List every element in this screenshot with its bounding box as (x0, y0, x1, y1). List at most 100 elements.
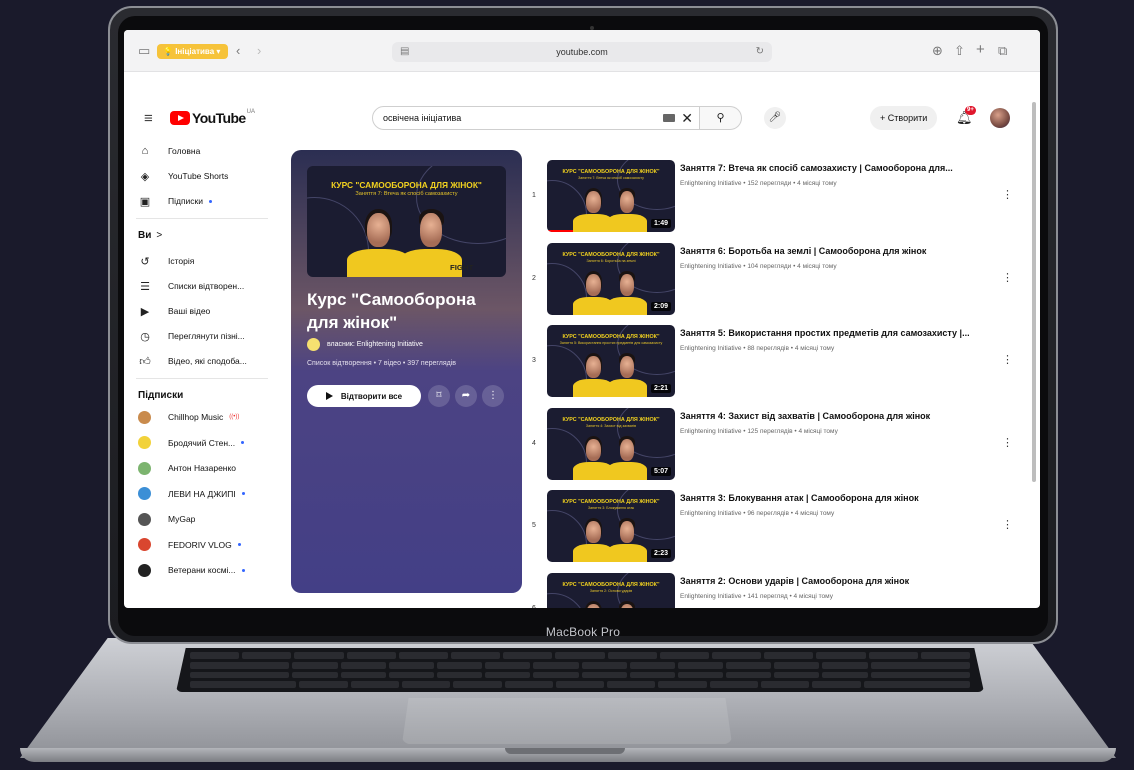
person-figure (605, 267, 649, 315)
key (453, 681, 502, 688)
playlist-owner[interactable]: власник: Enlightening Initiative (307, 338, 423, 351)
lightbulb-icon: 💡 (163, 47, 173, 56)
tab-overview-icon[interactable]: ⧉ (998, 43, 1007, 59)
key (292, 661, 338, 669)
share-playlist-button[interactable]: ➦ (455, 385, 477, 407)
sidebar-item-label: Антон Назаренко (168, 463, 237, 473)
key (863, 681, 970, 688)
playlist-thumbnail[interactable]: КУРС "САМООБОРОНА ДЛЯ ЖІНОК" Заняття 7: В… (307, 166, 506, 277)
video-title[interactable]: Заняття 2: Основи ударів | Самооборона д… (680, 575, 996, 587)
clear-icon[interactable]: ✕ (681, 108, 693, 128)
share-icon[interactable]: ⇧ (954, 43, 965, 59)
key (503, 652, 553, 659)
video-title[interactable]: Заняття 5: Використання простих предметі… (680, 327, 996, 339)
video-thumbnail[interactable]: КУРС "САМООБОРОНА ДЛЯ ЖІНОК" Заняття 4: З… (547, 407, 675, 480)
sidebar-subscription[interactable]: MyGap (138, 510, 195, 528)
video-title[interactable]: Заняття 7: Втеча як спосіб самозахисту |… (680, 162, 996, 174)
address-bar[interactable]: ▤ youtube.com ↻ (392, 42, 772, 62)
sidebar-item[interactable]: ⌂ Головна (138, 142, 201, 160)
video-duration: 1:49 (650, 219, 671, 228)
history-icon: ↺ (140, 255, 150, 268)
tab-group-pill[interactable]: 💡 Ініціатива ▾ (157, 44, 229, 59)
keyboard-icon[interactable] (663, 114, 675, 122)
person-figure (605, 597, 649, 608)
sidebar-you-header[interactable]: Ви > (138, 230, 162, 241)
more-vert-icon[interactable]: ⋮ (1002, 271, 1013, 284)
sidebar-item-label: Ветерани космі... (168, 565, 236, 575)
create-button[interactable]: + Створити (870, 106, 938, 130)
more-vert-icon[interactable]: ⋮ (1002, 188, 1013, 201)
youtube-logo[interactable]: YouTube UA (170, 109, 255, 126)
voice-search-button[interactable]: 🎤︎ (764, 107, 786, 129)
video-index: 1 (532, 192, 536, 199)
sidebar-item[interactable]: 👍︎ Відео, які сподоба... (138, 352, 247, 370)
sidebar-subscription[interactable]: Chillhop Music ((•)) (138, 408, 239, 426)
video-row[interactable]: 2 КУРС "САМООБОРОНА ДЛЯ ЖІНОК" Заняття 6: … (528, 242, 1018, 321)
sidebar-item[interactable]: ▶ Ваші відео (138, 302, 211, 320)
more-vert-icon[interactable]: ⋮ (1002, 436, 1013, 449)
save-playlist-button[interactable]: ⌑ (428, 385, 450, 407)
search-input[interactable]: освічена ініціатива ✕ (372, 106, 700, 130)
more-vert-icon[interactable]: ⋮ (1002, 353, 1013, 366)
key (190, 671, 290, 679)
play-all-button[interactable]: Відтворити все (307, 385, 421, 407)
video-row[interactable]: 3 КУРС "САМООБОРОНА ДЛЯ ЖІНОК" Заняття 5: … (528, 325, 1018, 403)
sidebar-item[interactable]: ↺ Історія (138, 252, 194, 270)
video-title[interactable]: Заняття 3: Блокування атак | Самооборона… (680, 492, 996, 504)
sidebar-subscription[interactable]: Антон Назаренко (138, 459, 236, 477)
sidebar-item-label: FEDORIV VLOG (168, 539, 232, 550)
person-face (585, 438, 601, 461)
scrollbar[interactable] (1032, 102, 1036, 482)
play-icon (325, 392, 333, 400)
person-figure (605, 349, 649, 397)
key (340, 661, 386, 669)
key (451, 652, 501, 659)
more-vert-icon: ⋮ (488, 390, 498, 401)
sidebar-toggle-icon[interactable]: ▭ (138, 43, 150, 59)
sidebar-item[interactable]: ▣ Підписки (138, 192, 213, 210)
key (629, 671, 675, 679)
thumbnail-headline: КУРС "САМООБОРОНА ДЛЯ ЖІНОК" (562, 499, 660, 505)
menu-icon[interactable]: ≡ (144, 110, 153, 127)
person-shirt (607, 296, 647, 315)
sidebar-item[interactable]: ◈ YouTube Shorts (138, 167, 229, 185)
reload-icon[interactable]: ↻ (756, 44, 764, 60)
video-title[interactable]: Заняття 4: Захист від захватів | Самообо… (680, 410, 996, 422)
back-icon[interactable]: ‹ (236, 43, 240, 59)
forward-icon[interactable]: › (257, 43, 261, 59)
avatar[interactable] (990, 108, 1010, 128)
video-row[interactable]: 6 КУРС "САМООБОРОНА ДЛЯ ЖІНОК" Заняття 2: … (528, 572, 1018, 608)
video-thumbnail[interactable]: КУРС "САМООБОРОНА ДЛЯ ЖІНОК" Заняття 2: О… (547, 572, 675, 608)
key (436, 661, 483, 669)
sidebar-item[interactable]: ☰ Списки відтворен... (138, 277, 244, 295)
shirt-text: FIGHT (450, 263, 474, 273)
person-figure (605, 432, 649, 480)
sidebar-subscription[interactable]: ЛЕВИ НА ДЖИПІ (138, 485, 245, 503)
sidebar-subscription[interactable]: Ветерани космі... (138, 561, 245, 579)
sidebar-item[interactable]: ◷ Переглянути пізні... (138, 327, 245, 345)
video-row[interactable]: 1 КУРС "САМООБОРОНА ДЛЯ ЖІНОК" Заняття 7: … (528, 160, 1018, 238)
sidebar-subscription[interactable]: FEDORIV VLOG (138, 536, 241, 554)
new-tab-icon[interactable]: + (976, 42, 985, 58)
watch-progress-bar (547, 230, 573, 232)
downloads-icon[interactable]: ⊕ (932, 43, 943, 59)
video-row[interactable]: 5 КУРС "САМООБОРОНА ДЛЯ ЖІНОК" Заняття 3: … (528, 490, 1018, 568)
key (920, 652, 971, 659)
video-thumbnail[interactable]: КУРС "САМООБОРОНА ДЛЯ ЖІНОК" Заняття 6: Б… (547, 242, 675, 315)
video-thumbnail[interactable]: КУРС "САМООБОРОНА ДЛЯ ЖІНОК" Заняття 7: В… (547, 160, 675, 232)
search-icon: ⚲ (716, 112, 725, 124)
sidebar-subscription[interactable]: Бродячий Стен... (138, 434, 245, 452)
search-button[interactable]: ⚲ (700, 106, 742, 130)
playlist-more-button[interactable]: ⋮ (482, 385, 504, 407)
key (659, 652, 710, 659)
video-thumbnail[interactable]: КУРС "САМООБОРОНА ДЛЯ ЖІНОК" Заняття 3: Б… (547, 490, 675, 562)
more-vert-icon[interactable]: ⋮ (1002, 518, 1013, 531)
sidebar-divider (136, 378, 268, 379)
person-figure (605, 184, 649, 232)
trackpad (402, 698, 732, 744)
video-row[interactable]: 4 КУРС "САМООБОРОНА ДЛЯ ЖІНОК" Заняття 4: … (528, 407, 1018, 486)
url-text: youtube.com (556, 47, 608, 57)
video-thumbnail[interactable]: КУРС "САМООБОРОНА ДЛЯ ЖІНОК" Заняття 5: В… (547, 325, 675, 397)
person-shirt (607, 214, 647, 232)
video-title[interactable]: Заняття 6: Боротьба на землі | Самооборо… (680, 245, 996, 257)
